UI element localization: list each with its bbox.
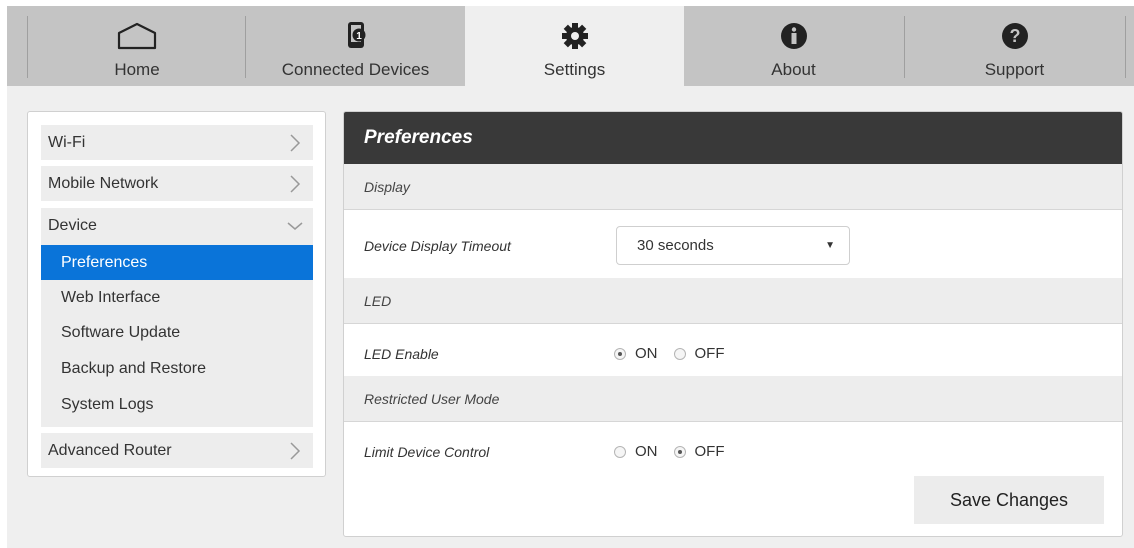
chevron-right-icon <box>290 134 301 152</box>
settings-sidebar: Wi-Fi Mobile Network Device Preferences … <box>27 111 326 477</box>
question-icon: ? <box>1000 18 1030 54</box>
chevron-down-icon <box>287 222 303 230</box>
limit-on-radio[interactable] <box>614 445 626 458</box>
tab-home[interactable]: Home <box>29 6 245 86</box>
display-timeout-label: Device Display Timeout <box>364 238 511 254</box>
limit-on-label: ON <box>635 443 658 460</box>
sidebar-item-wifi[interactable]: Wi-Fi <box>41 125 313 160</box>
limit-device-control-label: Limit Device Control <box>364 444 490 460</box>
sidebar-subitem-web-interface[interactable]: Web Interface <box>41 280 313 315</box>
tab-support[interactable]: ? Support <box>905 6 1124 86</box>
tab-about[interactable]: About <box>684 6 903 86</box>
sidebar-item-advanced-router[interactable]: Advanced Router <box>41 433 313 468</box>
dropdown-caret-icon: ▼ <box>825 240 835 251</box>
device-count-badge: 1 <box>356 31 362 42</box>
led-off-label: OFF <box>694 345 725 362</box>
sidebar-subitem-software-update[interactable]: Software Update <box>41 315 313 350</box>
panel-title: Preferences <box>344 112 1122 164</box>
section-restricted-header: Restricted User Mode <box>344 376 1122 422</box>
display-timeout-value: 30 seconds <box>637 237 714 254</box>
sidebar-item-mobile-network[interactable]: Mobile Network <box>41 166 313 201</box>
led-enable-radio-group: ON OFF <box>614 345 741 362</box>
led-on-label: ON <box>635 345 658 362</box>
tab-settings[interactable]: Settings <box>465 6 684 86</box>
chevron-right-icon <box>290 175 301 193</box>
connected-devices-icon: 1 <box>344 18 368 54</box>
sidebar-item-label: Wi-Fi <box>48 133 86 151</box>
nav-divider <box>1125 16 1126 78</box>
sidebar-item-label: Device <box>48 216 97 234</box>
tab-home-label: Home <box>114 60 160 79</box>
sidebar-subitem-system-logs[interactable]: System Logs <box>41 387 313 422</box>
led-enable-label: LED Enable <box>364 346 439 362</box>
display-timeout-select[interactable]: 30 seconds ▼ <box>616 226 850 265</box>
nav-divider <box>27 16 28 78</box>
sidebar-group-device: Device Preferences Web Interface Softwar… <box>41 208 313 427</box>
save-changes-button[interactable]: Save Changes <box>914 476 1104 524</box>
sidebar-subitem-backup-restore[interactable]: Backup and Restore <box>41 351 313 386</box>
top-navigation: Home 1 Connected Devices Settings About … <box>7 6 1134 86</box>
svg-text:?: ? <box>1009 26 1020 46</box>
tab-about-label: About <box>771 60 816 79</box>
section-led-header: LED <box>344 278 1122 324</box>
tab-settings-label: Settings <box>543 60 606 79</box>
sidebar-item-device[interactable]: Device <box>41 208 313 243</box>
gear-icon <box>560 18 590 54</box>
tab-support-label: Support <box>984 60 1045 79</box>
info-icon <box>779 18 809 54</box>
limit-device-control-radio-group: ON OFF <box>614 443 741 460</box>
limit-off-radio[interactable] <box>673 445 686 458</box>
chevron-right-icon <box>290 442 301 460</box>
tab-connected-devices[interactable]: 1 Connected Devices <box>246 6 465 86</box>
led-off-radio[interactable] <box>673 347 686 360</box>
preferences-panel: Preferences Display Device Display Timeo… <box>343 111 1123 537</box>
sidebar-item-label: Mobile Network <box>48 174 159 192</box>
limit-off-label: OFF <box>694 443 725 460</box>
sidebar-item-label: Advanced Router <box>48 441 172 459</box>
sidebar-subitem-preferences[interactable]: Preferences <box>41 245 313 280</box>
led-on-radio[interactable] <box>614 347 626 360</box>
home-icon <box>116 18 158 54</box>
section-display-header: Display <box>344 164 1122 210</box>
app-window: Home 1 Connected Devices Settings About … <box>7 6 1134 548</box>
tab-connected-devices-label: Connected Devices <box>281 60 430 79</box>
